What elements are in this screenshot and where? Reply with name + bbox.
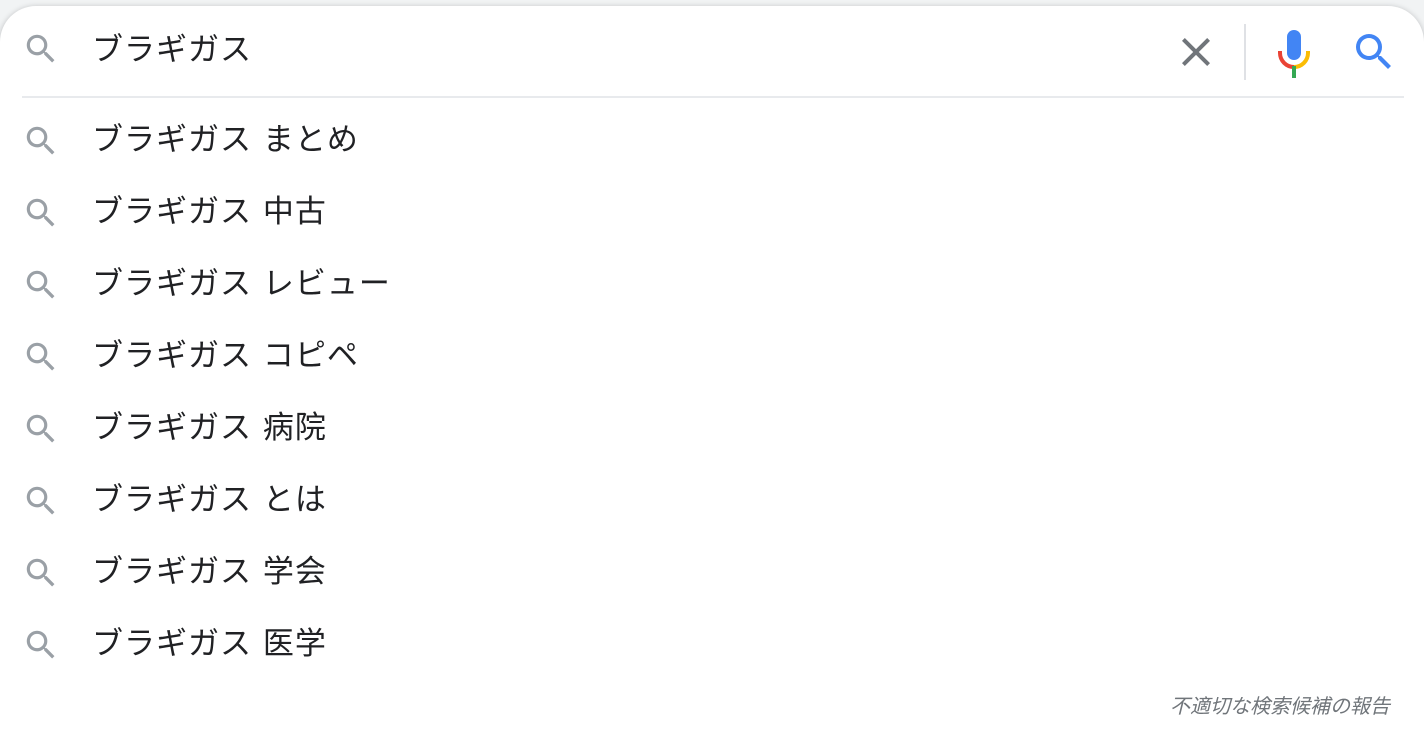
clear-button[interactable] bbox=[1172, 28, 1220, 76]
suggestion-text: ブラギガス とは bbox=[92, 482, 327, 518]
suggestion-text: ブラギガス レビュー bbox=[92, 266, 391, 302]
suggestion-item[interactable]: ブラギガス 病院 bbox=[0, 394, 1424, 466]
close-icon bbox=[1172, 38, 1220, 80]
suggestion-item[interactable]: ブラギガス レビュー bbox=[0, 250, 1424, 322]
separator bbox=[22, 96, 1404, 98]
voice-search-button[interactable] bbox=[1270, 26, 1318, 80]
divider bbox=[1244, 24, 1246, 80]
search-input[interactable]: ブラギガス bbox=[92, 28, 252, 72]
search-bar: ブラギガス bbox=[0, 6, 1424, 96]
suggestion-text: ブラギガス 中古 bbox=[92, 194, 327, 230]
report-suggestions-link[interactable]: 不適切な検索候補の報告 bbox=[1170, 690, 1390, 719]
suggestion-text: ブラギガス 病院 bbox=[92, 410, 327, 446]
suggestion-text: ブラギガス 医学 bbox=[92, 626, 327, 662]
search-icon bbox=[22, 554, 60, 592]
suggestion-item[interactable]: ブラギガス 学会 bbox=[0, 538, 1424, 610]
suggestion-list: ブラギガス まとめ ブラギガス 中古 ブラギガス レビュー ブラギガス コピペ … bbox=[0, 106, 1424, 682]
search-icon bbox=[22, 626, 60, 664]
suggestion-item[interactable]: ブラギガス まとめ bbox=[0, 106, 1424, 178]
autocomplete-panel: ブラギガス ブラギガス まとめ ブラギガス 中古 ブラギガス レビュー ブラギガ… bbox=[0, 6, 1424, 736]
suggestion-item[interactable]: ブラギガス 医学 bbox=[0, 610, 1424, 682]
suggestion-text: ブラギガス まとめ bbox=[92, 122, 359, 158]
suggestion-item[interactable]: ブラギガス コピペ bbox=[0, 322, 1424, 394]
search-icon bbox=[22, 194, 60, 232]
suggestion-item[interactable]: ブラギガス とは bbox=[0, 466, 1424, 538]
search-icon bbox=[22, 410, 60, 448]
search-icon bbox=[22, 122, 60, 160]
search-icon bbox=[1350, 34, 1398, 80]
suggestion-item[interactable]: ブラギガス 中古 bbox=[0, 178, 1424, 250]
suggestion-text: ブラギガス コピペ bbox=[92, 338, 359, 374]
search-icon bbox=[22, 338, 60, 376]
search-icon bbox=[22, 266, 60, 304]
search-icon bbox=[22, 482, 60, 520]
search-submit-button[interactable] bbox=[1350, 28, 1398, 76]
microphone-icon bbox=[1270, 30, 1318, 84]
suggestion-text: ブラギガス 学会 bbox=[92, 554, 327, 590]
search-icon bbox=[22, 30, 60, 68]
